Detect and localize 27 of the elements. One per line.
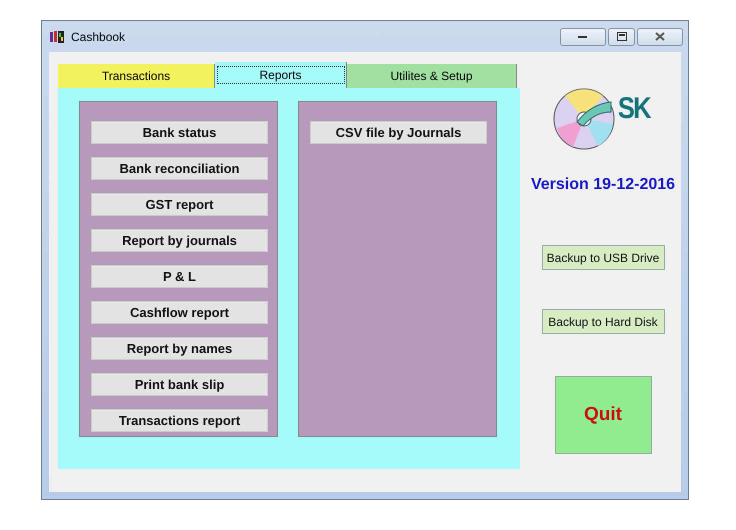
close-icon (655, 32, 665, 41)
maximize-icon (616, 32, 626, 41)
report-button[interactable]: CSV file by Journals (310, 121, 487, 144)
report-button[interactable]: P & L (91, 265, 268, 288)
backup-button[interactable]: Backup to USB Drive (542, 245, 664, 270)
app-icon (49, 30, 65, 44)
minimize-icon (578, 34, 588, 38)
tab[interactable]: Reports (215, 62, 347, 88)
tab[interactable]: Transactions (58, 64, 215, 88)
report-button[interactable]: Print bank slip (91, 373, 268, 396)
quit-button[interactable]: Quit (554, 376, 652, 454)
disc-icon (553, 88, 615, 150)
window-title: Cashbook (71, 30, 126, 44)
minimize-button[interactable] (560, 28, 606, 46)
report-button[interactable]: Report by journals (91, 229, 268, 252)
report-button[interactable]: GST report (91, 193, 268, 216)
maximize-button[interactable] (608, 28, 635, 46)
report-button[interactable]: Cashflow report (91, 301, 268, 324)
report-button[interactable]: Report by names (91, 337, 268, 360)
report-button[interactable]: Bank status (91, 121, 268, 144)
tab[interactable]: Utilites & Setup (347, 64, 517, 88)
report-button[interactable]: Transactions report (91, 409, 268, 432)
logo-text: SK (618, 92, 650, 126)
close-button[interactable] (637, 28, 683, 46)
version-label: Version 19-12-2016 (530, 176, 676, 194)
report-button[interactable]: Bank reconciliation (91, 157, 268, 180)
backup-button[interactable]: Backup to Hard Disk (542, 309, 664, 334)
